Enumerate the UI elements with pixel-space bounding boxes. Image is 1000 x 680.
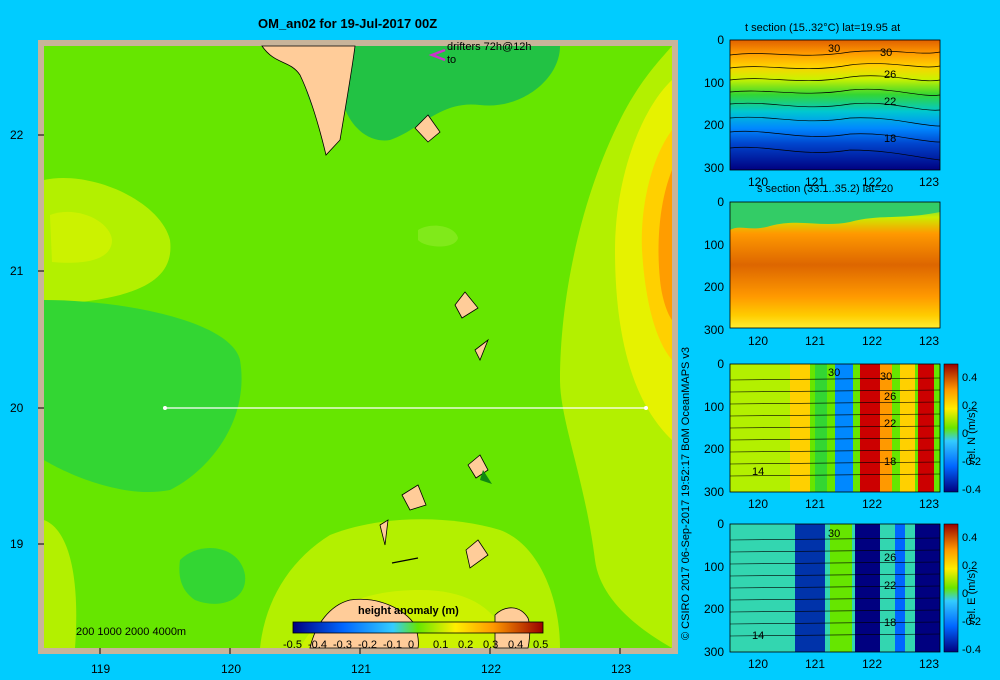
depth-tick: 300	[703, 645, 724, 659]
vel-cbar-tick: -0.4	[962, 484, 981, 496]
panel-lon-tick: 123	[919, 657, 940, 671]
panel-lon-tick: 123	[919, 334, 940, 348]
contour-label: 26	[884, 552, 897, 564]
contour-label: 30	[880, 47, 893, 59]
section-endpoint	[163, 406, 167, 410]
depth-tick: 200	[703, 442, 724, 457]
contour-label: 14	[752, 630, 765, 642]
depth-tick: 200	[703, 602, 724, 617]
panel-lon-tick: 123	[919, 175, 940, 189]
panel-lon-tick: 120	[748, 334, 769, 348]
colorbar-gradient	[292, 621, 544, 634]
map-title: OM_an02 for 19-Jul-2017 00Z	[258, 16, 438, 31]
depth-tick: 0	[717, 195, 724, 209]
contour-label: 14	[752, 466, 765, 478]
contour-label: 26	[884, 69, 897, 81]
depth-tick: 300	[703, 485, 724, 499]
depth-legend: 200 1000 2000 4000m	[76, 626, 187, 638]
vel-cbar-tick: -0.4	[962, 644, 981, 656]
panel-lon-tick: 121	[805, 497, 826, 511]
credit-text: © CSIRO 2017 06-Sep-2017 19:52:17 BoM Oc…	[680, 346, 692, 640]
drifters-sub: to	[447, 54, 457, 66]
panel-lon-tick: 120	[748, 657, 769, 671]
colorbar-tick-label: -0.5	[283, 639, 302, 651]
colorbar-tick-label: 0	[408, 639, 415, 651]
panel-lon-tick: 122	[862, 175, 883, 189]
panel-lon-tick: 121	[805, 175, 826, 189]
panel-lon-tick: 122	[862, 657, 883, 671]
main-map	[38, 39, 959, 654]
depth-tick: 100	[703, 399, 724, 414]
lat-tick: 22	[10, 128, 24, 142]
contour-label: 22	[884, 418, 897, 430]
colorbar-tick-label: 0.3	[483, 639, 499, 651]
vel-e-colorbar-label: vel. E (m/s)	[966, 569, 978, 625]
contour-label: 22	[884, 96, 897, 108]
depth-tick: 200	[703, 280, 724, 295]
vel-cbar-tick: 0.4	[962, 372, 978, 384]
depth-tick: 100	[703, 75, 724, 90]
colorbar-tick-label: -0.1	[383, 639, 402, 651]
panel-lon-tick: 121	[805, 334, 826, 348]
contour-label: 18	[884, 133, 897, 145]
contour-label: 26	[884, 391, 897, 403]
vel-n-colorbar-label: vel. N (m/s)	[966, 408, 978, 465]
panel-lon-tick: 123	[919, 497, 940, 511]
depth-tick: 200	[703, 118, 724, 133]
contour-label: 30	[828, 43, 841, 55]
colorbar-tick-label: -0.3	[333, 639, 352, 651]
panel-lon-tick: 122	[862, 497, 883, 511]
contour-label: 22	[884, 580, 897, 592]
t-section-title: t section (15..32°C) lat=19.95 at	[745, 22, 901, 34]
depth-tick: 0	[717, 33, 724, 47]
panel-lon-tick: 122	[862, 334, 883, 348]
depth-tick: 300	[703, 323, 724, 337]
height-anomaly-colorbar	[292, 621, 544, 634]
depth-tick: 0	[717, 357, 724, 371]
colorbar-tick-label: -0.4	[308, 639, 327, 651]
lon-tick: 123	[611, 662, 632, 676]
panel-lon-tick: 120	[748, 497, 769, 511]
lat-tick: 19	[10, 537, 24, 551]
depth-tick: 0	[717, 517, 724, 531]
colorbar-tick-label: -0.2	[358, 639, 377, 651]
lon-tick: 122	[481, 662, 502, 676]
drifters-label: drifters 72h@12h	[447, 41, 532, 53]
contour-label: 18	[884, 617, 897, 629]
depth-tick: 300	[703, 161, 724, 175]
contour-label: 30	[828, 528, 841, 540]
colorbar-tick-label: 0.2	[458, 639, 474, 651]
depth-tick: 100	[703, 559, 724, 574]
panel-lon-tick: 120	[748, 175, 769, 189]
lat-tick: 21	[10, 264, 24, 278]
lon-tick: 119	[91, 662, 111, 676]
section-endpoint	[644, 406, 648, 410]
lat-tick: 20	[10, 401, 24, 415]
colorbar-title: height anomaly (m)	[358, 605, 459, 617]
vel-cbar-tick: 0.4	[962, 532, 978, 544]
depth-tick: 100	[703, 237, 724, 252]
colorbar-tick-label: 0.1	[433, 639, 449, 651]
lon-tick: 120	[221, 662, 242, 676]
contour-label: 30	[828, 367, 841, 379]
colorbar-tick-label: 0.5	[533, 639, 549, 651]
colorbar-tick-label: 0.4	[508, 639, 524, 651]
contour-label: 18	[884, 456, 897, 468]
contour-label: 30	[880, 371, 893, 383]
lon-tick: 121	[351, 662, 372, 676]
panel-lon-tick: 121	[805, 657, 826, 671]
